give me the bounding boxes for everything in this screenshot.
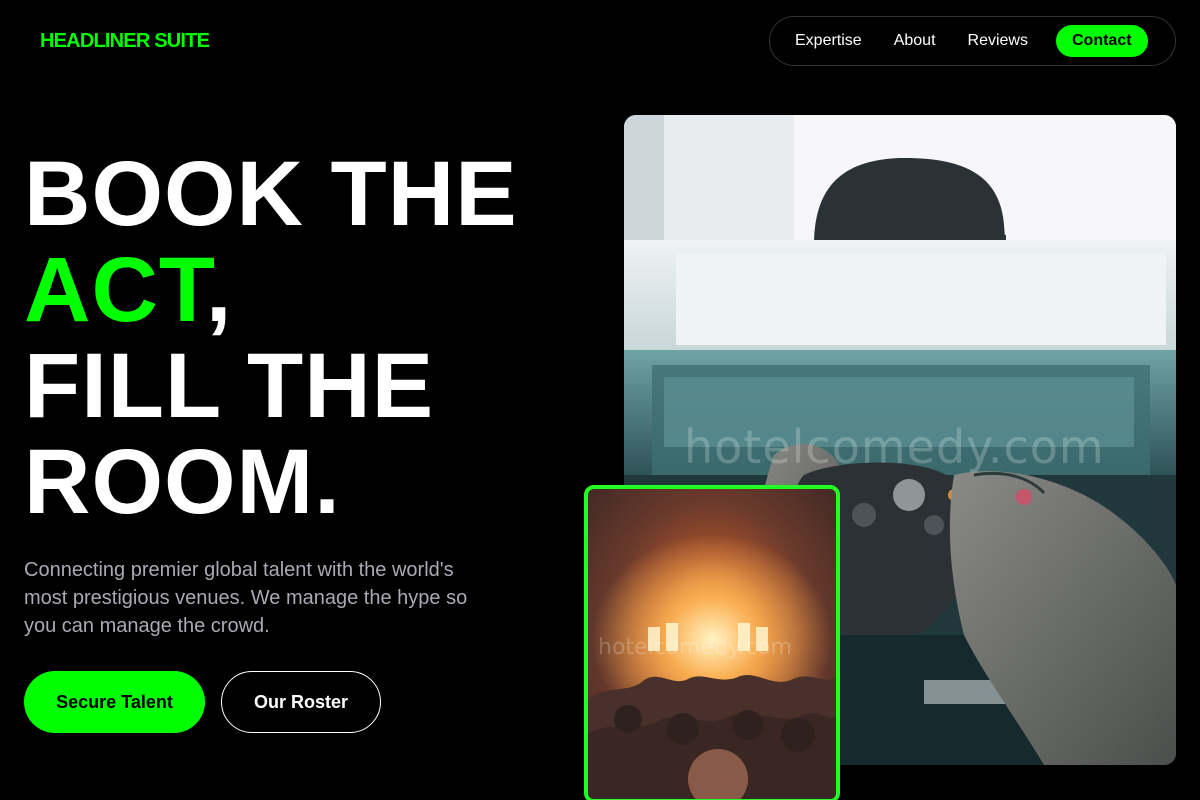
headline-line-4: ROOM. (24, 431, 341, 533)
nav-link-about[interactable]: About (894, 32, 936, 50)
headline-accent-word: ACT (24, 239, 206, 341)
brand-logo[interactable]: HEADLINER SUITE (40, 30, 210, 53)
headline-line-3: FILL THE (24, 335, 435, 437)
headline-line-1: BOOK THE (24, 143, 518, 245)
main-photo-watermark: hotelcomedy.com (684, 420, 1105, 474)
concert-photo-watermark: hotelcomedy.com (598, 635, 793, 660)
hero-headline: BOOK THE ACT, FILL THE ROOM. (24, 146, 584, 530)
headline-comma: , (205, 239, 233, 341)
headline-line-2: ACT, (24, 242, 584, 338)
top-nav: Expertise About Reviews Contact (769, 16, 1176, 66)
hero-subtext: Connecting premier global talent with th… (24, 559, 468, 637)
concert-photo: hotelcomedy.com (584, 485, 840, 800)
nav-link-reviews[interactable]: Reviews (968, 32, 1028, 50)
our-roster-button[interactable]: Our Roster (221, 671, 381, 733)
contact-button[interactable]: Contact (1055, 25, 1148, 57)
secure-talent-button[interactable]: Secure Talent (24, 671, 205, 733)
nav-link-expertise[interactable]: Expertise (795, 32, 862, 50)
landing-page: HEADLINER SUITE Expertise About Reviews … (0, 0, 1200, 800)
